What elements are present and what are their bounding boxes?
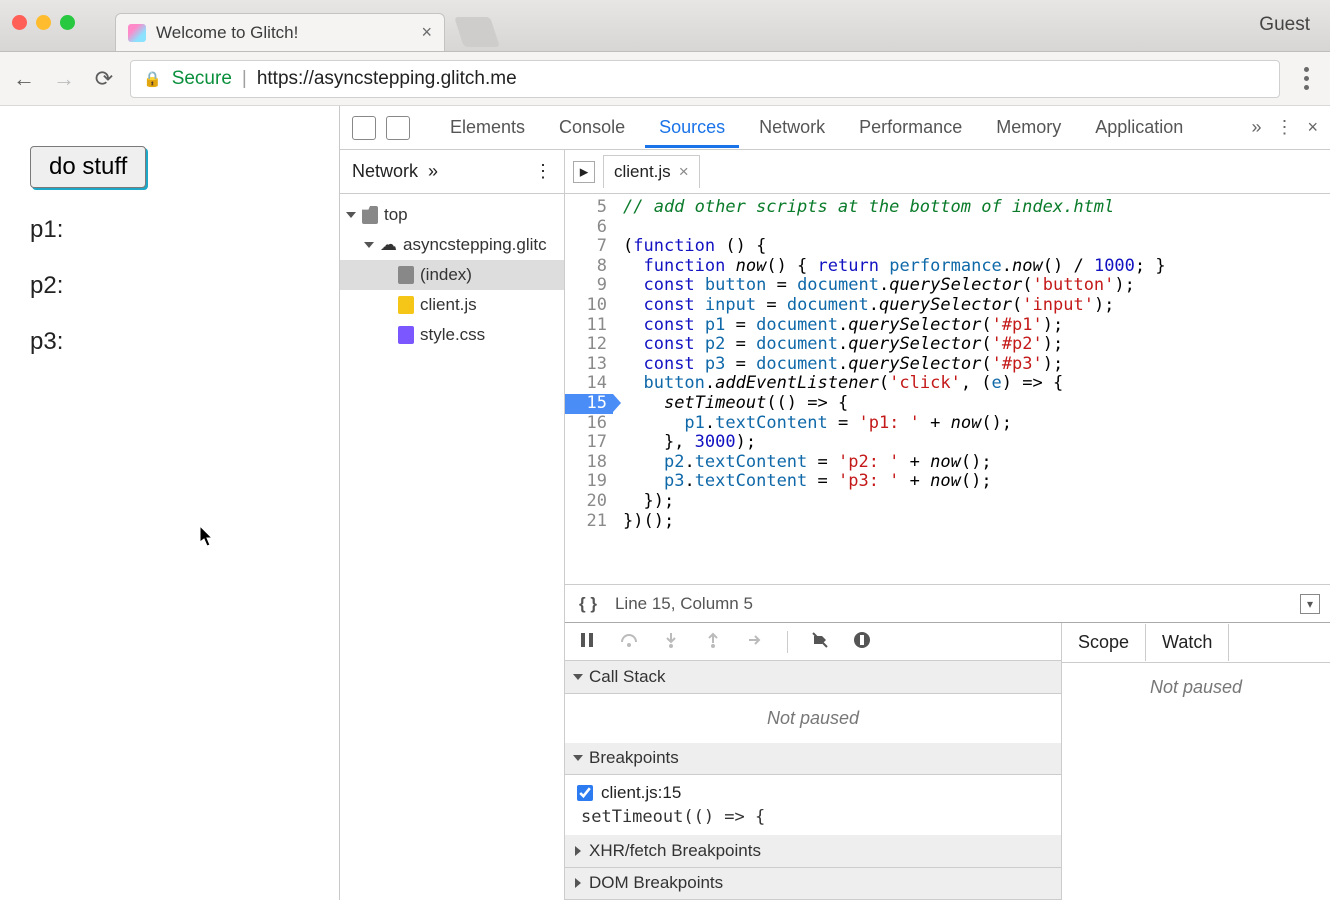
tab-network[interactable]: Network [745,107,839,148]
show-navigator-icon[interactable]: ▸ [573,161,595,183]
devtools-panel: Elements Console Sources Network Perform… [340,106,1330,900]
tree-domain[interactable]: ☁asyncstepping.glitc [340,230,564,260]
call-stack-header[interactable]: Call Stack [565,661,1061,693]
new-tab-button[interactable] [454,17,500,47]
file-tree: top ☁asyncstepping.glitc (index) client.… [340,194,564,900]
lock-icon: 🔒 [143,70,162,88]
inspect-element-icon[interactable] [352,116,376,140]
debugger-controls [565,623,1061,661]
reload-button[interactable]: ⟳ [90,65,118,93]
devtools-menu-icon[interactable]: ⋮ [1275,117,1293,138]
code-text[interactable]: // add other scripts at the bottom of in… [613,194,1330,584]
tab-application[interactable]: Application [1081,107,1197,148]
line-gutter[interactable]: 56789101112131415161718192021 [565,194,613,584]
pretty-print-icon[interactable]: { } [579,594,597,614]
navigator-tabs: Network » ⋮ [340,150,564,194]
p2-label: p2: [30,272,309,300]
breakpoint-row[interactable]: client.js:15 setTimeout(() => { [565,775,1061,835]
pause-icon[interactable] [577,630,597,653]
close-tab-icon[interactable]: × [421,22,432,43]
tab-elements[interactable]: Elements [436,107,539,148]
xhr-breakpoints-header[interactable]: XHR/fetch Breakpoints [565,835,1061,867]
url-separator: | [242,68,247,90]
p1-label: p1: [30,216,309,244]
tab-performance[interactable]: Performance [845,107,976,148]
breakpoint-code: setTimeout(() => { [577,807,1049,827]
scope-tab[interactable]: Scope [1062,624,1146,661]
step-out-icon[interactable] [703,630,723,653]
breakpoint-marker[interactable]: 15 [565,394,613,414]
scope-empty: Not paused [1062,663,1330,712]
navigator-tab-network[interactable]: Network [352,161,418,182]
tab-strip: Welcome to Glitch! × [115,0,495,51]
tab-memory[interactable]: Memory [982,107,1075,148]
navigator-more-icon[interactable]: » [428,161,438,182]
browser-menu-icon[interactable] [1292,67,1320,90]
omnibox[interactable]: 🔒 Secure | https://asyncstepping.glitch.… [130,60,1280,98]
tree-file-stylecss[interactable]: style.css [340,320,564,350]
tree-file-clientjs[interactable]: client.js [340,290,564,320]
navigator-column: Network » ⋮ top ☁asyncstepping.glitc (in… [340,150,565,900]
editor-column: ▸ client.js× 567891011121314151617181920… [565,150,1330,900]
cursor-icon [200,526,216,548]
step-over-icon[interactable] [619,630,639,653]
deactivate-breakpoints-icon[interactable] [810,630,830,653]
dom-breakpoints-header[interactable]: DOM Breakpoints [565,868,1061,900]
cursor-position: Line 15, Column 5 [615,594,753,614]
tab-sources[interactable]: Sources [645,107,739,148]
devtools-tabs: Elements Console Sources Network Perform… [340,106,1330,150]
tree-top[interactable]: top [340,200,564,230]
more-tabs-icon[interactable]: » [1251,117,1261,138]
maximize-window-icon[interactable] [60,15,75,30]
profile-label[interactable]: Guest [1259,14,1310,36]
code-editor[interactable]: 56789101112131415161718192021 // add oth… [565,194,1330,584]
status-dropdown-icon[interactable]: ▾ [1300,594,1320,614]
call-stack-empty: Not paused [565,694,1061,743]
breakpoint-checkbox[interactable] [577,785,593,801]
back-button[interactable]: ← [10,65,38,93]
debugger-bottom: Call Stack Not paused Breakpoints client… [565,622,1330,900]
scope-watch-tabs: Scope Watch [1062,623,1330,663]
navigator-menu-icon[interactable]: ⋮ [534,161,552,182]
close-editor-tab-icon[interactable]: × [679,162,689,182]
pause-exceptions-icon[interactable] [852,630,872,653]
close-devtools-icon[interactable]: × [1307,117,1318,138]
close-window-icon[interactable] [12,15,27,30]
step-into-icon[interactable] [661,630,681,653]
tab-title: Welcome to Glitch! [156,23,298,43]
p3-label: p3: [30,328,309,356]
step-icon[interactable] [745,630,765,653]
browser-tab[interactable]: Welcome to Glitch! × [115,13,445,51]
do-stuff-button[interactable]: do stuff [30,146,146,188]
breakpoints-header[interactable]: Breakpoints [565,743,1061,775]
forward-button: → [50,65,78,93]
url-text: https://asyncstepping.glitch.me [257,68,517,90]
address-bar: ← → ⟳ 🔒 Secure | https://asyncstepping.g… [0,52,1330,106]
tab-console[interactable]: Console [545,107,639,148]
editor-status-bar: { } Line 15, Column 5 ▾ [565,584,1330,622]
secure-label: Secure [172,68,232,90]
editor-tab-clientjs[interactable]: client.js× [603,155,700,188]
traffic-lights [12,15,75,30]
editor-tabs: ▸ client.js× [565,150,1330,194]
minimize-window-icon[interactable] [36,15,51,30]
page-content: do stuff p1: p2: p3: [0,106,340,900]
cloud-icon: ☁ [380,235,397,255]
tree-file-index[interactable]: (index) [340,260,564,290]
watch-tab[interactable]: Watch [1146,624,1229,661]
device-toolbar-icon[interactable] [386,116,410,140]
favicon-icon [128,24,146,42]
window-titlebar: Welcome to Glitch! × Guest [0,0,1330,52]
